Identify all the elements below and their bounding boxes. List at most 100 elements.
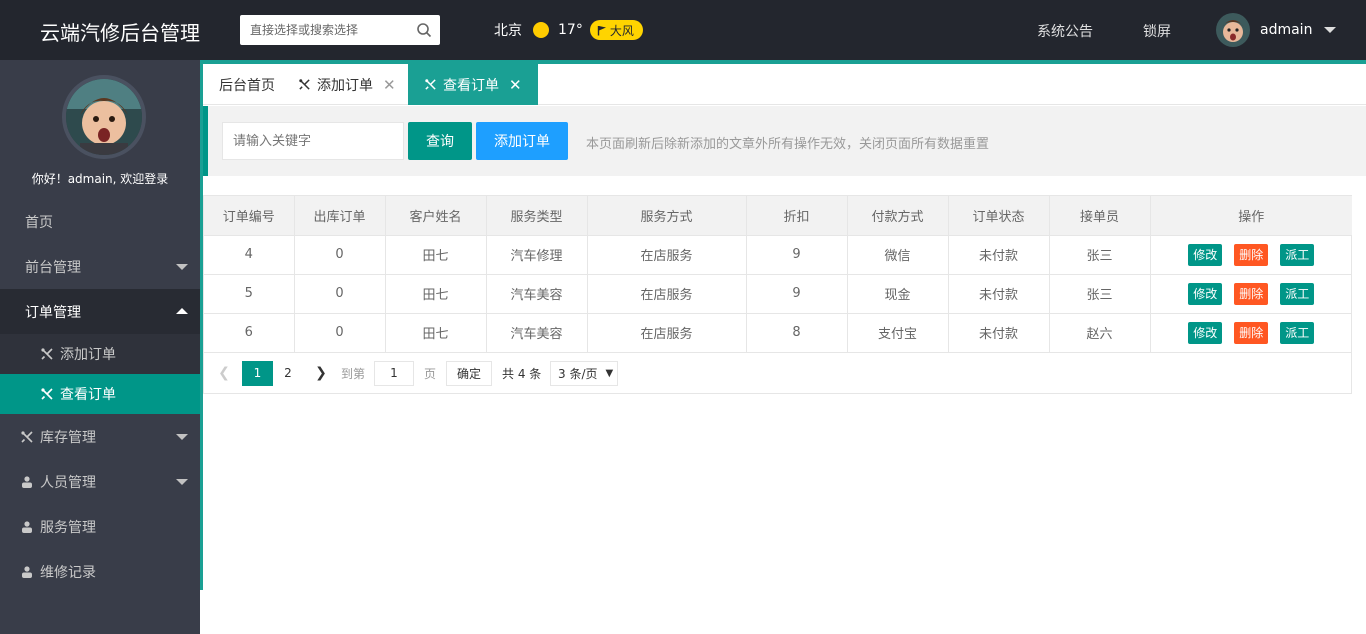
weather-city: 北京 xyxy=(494,23,522,39)
tab-home[interactable]: 后台首页 xyxy=(203,64,291,105)
table-row: 5 0 田七 汽车美容 在店服务 9 现金 未付款 张三 修改 删除 派工 xyxy=(204,274,1352,314)
column-header[interactable]: 订单状态 xyxy=(948,196,1050,236)
sidebar-item-add-order[interactable]: 添加订单 xyxy=(0,334,200,374)
users-icon xyxy=(22,520,32,533)
column-header[interactable]: 客户姓名 xyxy=(385,196,487,236)
chevron-down-icon xyxy=(1324,27,1337,33)
goto-confirm-button[interactable]: 确定 xyxy=(446,360,492,386)
sidebar-item-label: 库存管理 xyxy=(40,429,96,446)
table-cell: 张三 xyxy=(1049,235,1151,275)
chevron-up-icon xyxy=(176,308,188,314)
flag-icon xyxy=(597,25,606,35)
table-cell: 未付款 xyxy=(948,313,1050,353)
sun-icon xyxy=(533,22,549,38)
user-menu[interactable]: admain xyxy=(1216,13,1337,47)
profile-avatar xyxy=(62,75,146,159)
table-cell: 4 xyxy=(204,235,295,275)
prev-page-icon[interactable]: ❮ xyxy=(214,361,234,386)
chevron-down-icon xyxy=(176,264,188,270)
delete-button[interactable]: 删除 xyxy=(1234,243,1269,266)
tab-label: 添加订单 xyxy=(317,77,373,94)
dispatch-button[interactable]: 派工 xyxy=(1280,282,1315,305)
table-cell: 支付宝 xyxy=(847,313,949,353)
next-page-icon[interactable]: ❯ xyxy=(309,361,333,386)
table-cell: 田七 xyxy=(385,235,487,275)
per-page-select[interactable]: 3 条/页 ▼ xyxy=(550,360,618,386)
table-cell: 9 xyxy=(746,235,848,275)
sidebar-item-label: 首页 xyxy=(25,214,53,231)
table-cell: 0 xyxy=(294,274,386,314)
tab-add-order[interactable]: 添加订单 ✕ xyxy=(282,64,412,105)
column-header[interactable]: 订单编号 xyxy=(204,196,295,236)
delete-button[interactable]: 删除 xyxy=(1234,321,1269,344)
column-header[interactable]: 出库订单 xyxy=(294,196,386,236)
sidebar-item-home[interactable]: 首页 xyxy=(0,199,200,244)
column-header[interactable]: 服务方式 xyxy=(587,196,747,236)
page-current[interactable]: 1 xyxy=(242,360,273,386)
chevron-down-icon xyxy=(176,434,188,440)
close-icon[interactable]: ✕ xyxy=(383,76,396,94)
tools-icon xyxy=(21,430,33,443)
pagination: ❮ 1 2 ❯ 到第 1 页 确定 共 4 条 3 条/页 ▼ xyxy=(204,353,1351,393)
tools-icon xyxy=(41,348,53,360)
add-order-button[interactable]: 添加订单 xyxy=(476,122,568,160)
system-notice-link[interactable]: 系统公告 xyxy=(1037,21,1093,41)
table-cell: 在店服务 xyxy=(587,274,747,314)
table-cell: 未付款 xyxy=(948,274,1050,314)
edit-button[interactable]: 修改 xyxy=(1188,282,1223,305)
tools-icon xyxy=(41,388,53,400)
wind-badge: 大风 xyxy=(589,20,643,40)
search-input[interactable] xyxy=(240,15,410,45)
edit-button[interactable]: 修改 xyxy=(1188,243,1223,266)
per-page-value: 3 条/页 xyxy=(558,366,598,381)
chevron-down-icon: ▼ xyxy=(605,367,614,379)
table-cell: 5 xyxy=(204,274,295,314)
table-cell: 田七 xyxy=(385,274,487,314)
sidebar-item-label: 前台管理 xyxy=(25,259,81,276)
dispatch-button[interactable]: 派工 xyxy=(1280,321,1315,344)
sidebar-item-view-orders[interactable]: 查看订单 xyxy=(0,374,200,414)
close-icon[interactable]: ✕ xyxy=(509,76,522,94)
lock-screen-link[interactable]: 锁屏 xyxy=(1143,21,1171,41)
table-cell: 9 xyxy=(746,274,848,314)
delete-button[interactable]: 删除 xyxy=(1234,282,1269,305)
dispatch-button[interactable]: 派工 xyxy=(1280,243,1315,266)
sidebar-item-repair-records[interactable]: 维修记录 xyxy=(0,549,200,594)
table-row: 6 0 田七 汽车美容 在店服务 8 支付宝 未付款 赵六 修改 删除 派工 xyxy=(204,313,1352,353)
column-header[interactable]: 接单员 xyxy=(1049,196,1151,236)
keyword-input[interactable] xyxy=(222,122,404,160)
weather-widget: 北京 17° 大风 xyxy=(494,20,643,40)
app-title[interactable]: 云端汽修后台管理 xyxy=(40,17,200,46)
sidebar-item-staff[interactable]: 人员管理 xyxy=(0,459,200,504)
sidebar-item-inventory[interactable]: 库存管理 xyxy=(0,414,200,459)
table-cell: 汽车美容 xyxy=(486,274,588,314)
total-count: 共 4 条 xyxy=(502,366,542,381)
table-cell: 田七 xyxy=(385,313,487,353)
sidebar-item-services[interactable]: 服务管理 xyxy=(0,504,200,549)
tools-icon xyxy=(425,79,436,90)
global-search[interactable] xyxy=(240,15,440,45)
edit-button[interactable]: 修改 xyxy=(1188,321,1223,344)
sidebar-item-frontdesk[interactable]: 前台管理 xyxy=(0,244,200,289)
username: admain xyxy=(1260,22,1313,38)
query-button[interactable]: 查询 xyxy=(408,122,472,160)
column-header[interactable]: 付款方式 xyxy=(847,196,949,236)
column-header[interactable]: 折扣 xyxy=(746,196,848,236)
column-header[interactable]: 服务类型 xyxy=(486,196,588,236)
actions-cell: 修改 删除 派工 xyxy=(1150,274,1352,314)
tab-view-orders[interactable]: 查看订单 ✕ xyxy=(408,64,538,105)
goto-label: 到第 xyxy=(341,366,366,381)
search-icon[interactable] xyxy=(416,22,432,38)
sidebar-item-label: 人员管理 xyxy=(40,474,96,491)
sidebar-item-label: 查看订单 xyxy=(60,387,116,403)
table-cell: 在店服务 xyxy=(587,313,747,353)
table-cell: 汽车美容 xyxy=(486,313,588,353)
page-2[interactable]: 2 xyxy=(277,361,299,386)
table-cell: 在店服务 xyxy=(587,235,747,275)
goto-page-input[interactable]: 1 xyxy=(374,360,414,386)
table-cell: 赵六 xyxy=(1049,313,1151,353)
table-cell: 8 xyxy=(746,313,848,353)
table-cell: 现金 xyxy=(847,274,949,314)
sidebar-item-orders[interactable]: 订单管理 xyxy=(0,289,200,334)
actions-cell: 修改 删除 派工 xyxy=(1150,313,1352,353)
